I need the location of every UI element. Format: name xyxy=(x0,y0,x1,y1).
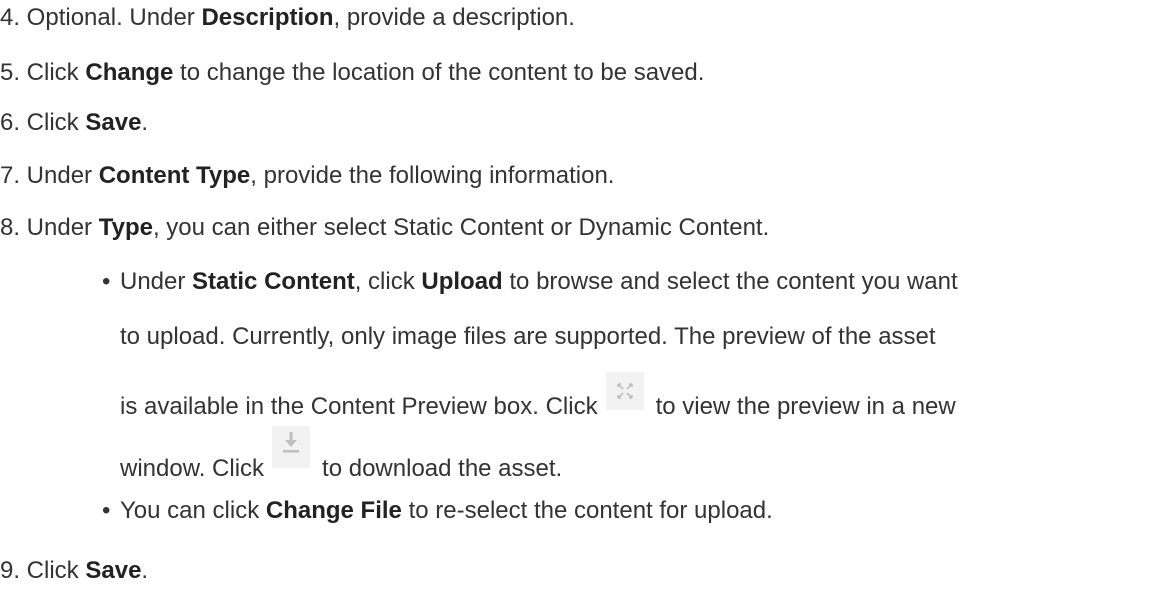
bullet-static-text-1: Under xyxy=(120,268,193,295)
bullet-change-file-text: You can click xyxy=(120,497,266,524)
bullet-static-line-4-prefix: window. Click xyxy=(120,455,265,482)
step-8-suffix: , you can either select Static Content o… xyxy=(152,214,770,241)
step-5-text: 5. Click xyxy=(0,59,86,86)
step-9-text: 9. Click xyxy=(0,557,86,584)
step-9-bold: Save xyxy=(85,557,142,584)
step-9: 9. Click Save. xyxy=(0,556,148,586)
step-4-text: 4. Optional. Under xyxy=(0,4,202,31)
step-8-text: 8. Under xyxy=(0,214,99,241)
download-icon xyxy=(272,426,311,468)
step-6-text: 6. Click xyxy=(0,109,86,136)
step-7-bold: Content Type xyxy=(98,162,251,189)
step-7: 7. Under Content Type, provide the follo… xyxy=(0,161,614,191)
step-8: 8. Under Type, you can either select Sta… xyxy=(0,213,769,243)
bullet-change-file-bold: Change File xyxy=(265,497,402,524)
step-9-suffix: . xyxy=(141,557,149,584)
step-7-text: 7. Under xyxy=(0,162,99,189)
step-7-suffix: , provide the following information. xyxy=(250,162,615,189)
step-5-suffix: to change the location of the content to… xyxy=(173,59,705,86)
step-5-bold: Change xyxy=(85,59,174,86)
bullet-static-line-4: window. Click to download the asset. xyxy=(120,426,562,482)
step-4-suffix: , provide a description. xyxy=(333,4,575,31)
step-6: 6. Click Save. xyxy=(0,108,148,138)
bullet-static-content: • Under Static Content, click Upload to b… xyxy=(102,267,958,297)
step-5: 5. Click Change to change the location o… xyxy=(0,58,704,88)
bullet-change-file: • You can click Change File to re-select … xyxy=(102,496,773,526)
bullet-static-bold-1: Static Content xyxy=(192,268,355,295)
step-4: 4. Optional. Under Description, provide … xyxy=(0,3,575,33)
bullet-static-line-3-prefix: is available in the Content Preview box.… xyxy=(120,393,598,420)
step-8-bold: Type xyxy=(98,214,153,241)
expand-icon xyxy=(605,372,644,410)
bullet-static-text-2: , click xyxy=(354,268,422,295)
step-6-bold: Save xyxy=(85,109,142,136)
bullet-static-text-3: to browse and select the content you wan… xyxy=(502,268,958,295)
bullet-static-line-2-text: to upload. Currently, only image files a… xyxy=(120,323,936,350)
bullet-static-line-3-suffix: to view the preview in a new xyxy=(655,393,956,420)
documentation-page: 4. Optional. Under Description, provide … xyxy=(0,0,1175,599)
bullet-mark: • xyxy=(102,268,111,295)
bullet-static-bold-2: Upload xyxy=(421,268,503,295)
bullet-static-line-4-suffix: to download the asset. xyxy=(322,455,563,482)
bullet-static-line-3: is available in the Content Preview box.… xyxy=(120,372,956,420)
bullet-static-line-2: to upload. Currently, only image files a… xyxy=(120,322,936,352)
bullet-mark: • xyxy=(102,497,111,524)
step-6-suffix: . xyxy=(141,109,149,136)
bullet-change-file-suffix: to re-select the content for upload. xyxy=(401,497,773,524)
step-4-bold: Description xyxy=(201,4,334,31)
